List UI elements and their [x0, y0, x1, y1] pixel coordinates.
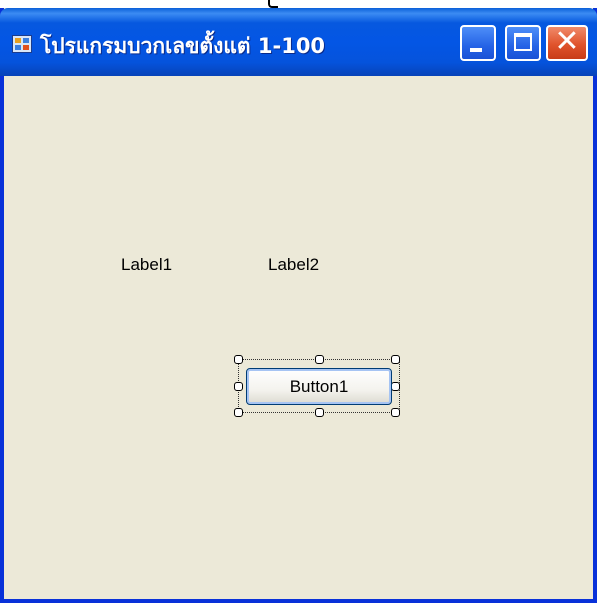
resize-handle-bottom-right[interactable]	[391, 408, 400, 417]
label2[interactable]: Label2	[268, 255, 319, 275]
label1[interactable]: Label1	[121, 255, 172, 275]
maximize-button[interactable]	[505, 25, 541, 61]
close-icon: ✕	[554, 24, 580, 59]
window-title: โปรแกรมบวกเลขตั้งแต่ 1-100	[40, 34, 326, 58]
resize-handle-left[interactable]	[234, 382, 243, 391]
maximize-icon	[514, 33, 532, 51]
form-window: โปรแกรมบวกเลขตั้งแต่ 1-100 ✕ Label1 Labe…	[0, 8, 597, 603]
title-bar[interactable]: โปรแกรมบวกเลขตั้งแต่ 1-100 ✕	[0, 8, 597, 76]
minimize-button[interactable]	[460, 25, 496, 61]
resize-handle-top[interactable]	[315, 355, 324, 364]
button1[interactable]: Button1	[246, 368, 392, 405]
close-button[interactable]: ✕	[546, 24, 588, 61]
resize-handle-bottom-left[interactable]	[234, 408, 243, 417]
resize-handle-top-left[interactable]	[234, 355, 243, 364]
form-icon	[12, 35, 32, 53]
resize-handle-top-right[interactable]	[391, 355, 400, 364]
resize-handle-bottom[interactable]	[315, 408, 324, 417]
resize-handle-right[interactable]	[391, 382, 400, 391]
minimize-icon	[470, 48, 482, 52]
partial-glyph-above-window	[268, 0, 278, 8]
